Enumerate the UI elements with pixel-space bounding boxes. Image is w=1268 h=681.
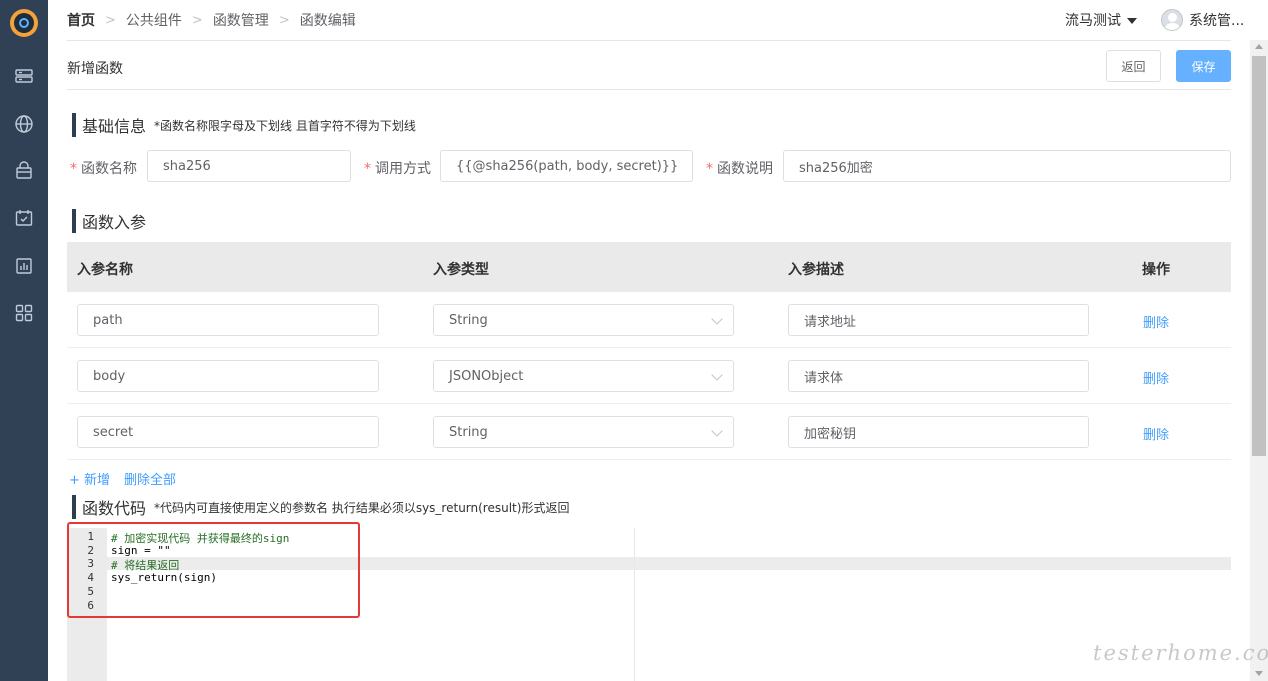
param-actions: + 新增 删除全部 — [69, 469, 190, 488]
scrollbar-thumb[interactable] — [1252, 56, 1266, 456]
chevron-right-icon: > — [191, 12, 203, 28]
code-section-title: 函数代码 *代码内可直接使用定义的参数名 执行结果必须以sys_return(r… — [72, 495, 569, 519]
column-header-type: 入参类型 — [433, 262, 489, 278]
chevron-down-icon — [711, 313, 723, 325]
user-avatar-icon[interactable] — [1161, 9, 1183, 31]
params-table-header: 入参名称 入参类型 入参描述 操作 — [67, 242, 1231, 292]
delete-param-link[interactable]: 删除 — [1143, 368, 1169, 387]
chevron-down-icon — [711, 369, 723, 381]
environment-label: 流马测试 — [1065, 13, 1121, 29]
chevron-down-icon — [711, 425, 723, 437]
call-method-label: * 调用方式 — [364, 161, 431, 177]
call-method-input[interactable]: {{@sha256(path, body, secret)}} — [440, 150, 693, 182]
delete-param-link[interactable]: 删除 — [1143, 424, 1169, 443]
delete-param-link[interactable]: 删除 — [1143, 312, 1169, 331]
function-name-label: * 函数名称 — [70, 161, 137, 177]
breadcrumb-function-management[interactable]: 函数管理 — [213, 10, 269, 30]
column-header-desc: 入参描述 — [788, 262, 844, 278]
param-desc-input[interactable]: 请求体 — [788, 360, 1089, 392]
server-icon[interactable] — [14, 66, 34, 86]
scroll-up-icon[interactable] — [1255, 44, 1263, 49]
table-row: path String 请求地址 删除 — [67, 292, 1231, 348]
param-name-input[interactable]: secret — [77, 416, 379, 448]
environment-selector[interactable]: 流马测试 — [1065, 10, 1137, 30]
top-header: 首页 > 公共组件 > 函数管理 > 函数编辑 流马测试 系统管... — [48, 0, 1268, 40]
param-desc-input[interactable]: 加密秘钥 — [788, 416, 1089, 448]
print-margin — [634, 528, 635, 681]
add-param-link[interactable]: + 新增 — [69, 469, 110, 488]
code-highlight-box — [67, 522, 360, 618]
params-section-title: 函数入参 — [72, 209, 146, 233]
chevron-right-icon: > — [105, 12, 116, 28]
param-name-input[interactable]: body — [77, 360, 379, 392]
section-note: *函数名称限字母及下划线 且首字符不得为下划线 — [154, 118, 416, 133]
sidebar — [0, 0, 48, 681]
watermark: testerhome.com — [1093, 641, 1268, 665]
delete-all-params-link[interactable]: 删除全部 — [124, 469, 176, 488]
section-title: 函数入参 — [82, 213, 147, 232]
section-title: 函数代码 — [82, 499, 147, 518]
breadcrumb-home[interactable]: 首页 — [67, 10, 95, 30]
param-type-select[interactable]: String — [433, 416, 734, 448]
function-desc-input[interactable]: sha256加密 — [783, 150, 1231, 182]
user-name[interactable]: 系统管... — [1189, 10, 1244, 30]
column-header-action: 操作 — [1142, 262, 1170, 278]
param-desc-input[interactable]: 请求地址 — [788, 304, 1089, 336]
function-name-input[interactable]: sha256 — [147, 150, 351, 182]
back-button[interactable]: 返回 — [1106, 50, 1161, 82]
chevron-right-icon: > — [278, 12, 290, 28]
package-icon[interactable] — [14, 161, 34, 181]
page-title: 新增函数 — [67, 61, 123, 77]
breadcrumb: 首页 > 公共组件 > 函数管理 > 函数编辑 — [67, 10, 356, 30]
table-row: body JSONObject 请求体 删除 — [67, 348, 1231, 404]
section-title: 基础信息 — [82, 117, 147, 136]
calendar-check-icon[interactable] — [14, 208, 34, 228]
function-desc-label: * 函数说明 — [706, 161, 773, 177]
column-header-name: 入参名称 — [77, 262, 133, 278]
param-type-select[interactable]: String — [433, 304, 734, 336]
breadcrumb-function-edit: 函数编辑 — [299, 13, 356, 29]
grid-icon[interactable] — [14, 303, 34, 323]
param-type-select[interactable]: JSONObject — [433, 360, 734, 392]
page-title-bar: 新增函数 返回 保存 — [67, 40, 1231, 90]
scroll-down-icon[interactable] — [1255, 671, 1263, 676]
save-button[interactable]: 保存 — [1176, 50, 1231, 82]
report-icon[interactable] — [14, 256, 34, 276]
globe-icon[interactable] — [14, 114, 34, 134]
section-note: *代码内可直接使用定义的参数名 执行结果必须以sys_return(result… — [154, 500, 570, 515]
logo-icon[interactable] — [10, 9, 38, 37]
table-row: secret String 加密秘钥 删除 — [67, 404, 1231, 460]
param-name-input[interactable]: path — [77, 304, 379, 336]
breadcrumb-public-components[interactable]: 公共组件 — [126, 10, 182, 30]
basic-info-section-title: 基础信息 *函数名称限字母及下划线 且首字符不得为下划线 — [72, 113, 416, 137]
chevron-down-icon — [1127, 18, 1137, 24]
